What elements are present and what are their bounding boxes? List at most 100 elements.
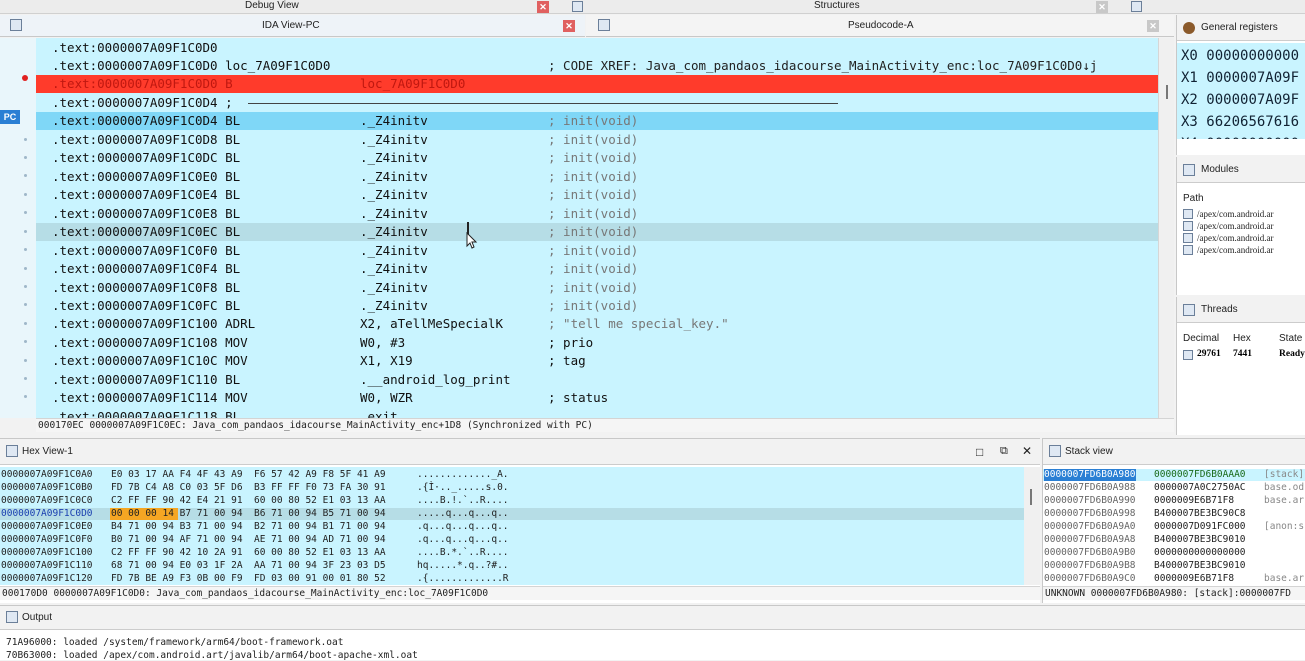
row-comment: ; prio	[548, 335, 594, 350]
tab-ida-view-pc[interactable]: IDA View-PC	[262, 20, 320, 31]
register-row-x0[interactable]: X0 00000000000	[1181, 45, 1299, 67]
gutter-dot	[24, 230, 27, 233]
gutter-dot	[24, 193, 27, 196]
listing-row[interactable]: .text:0000007A09F1C0D0	[36, 39, 1158, 57]
thread-row[interactable]: 29761 7441 Ready	[1183, 349, 1305, 362]
row-address: .text:0000007A09F1C0E8 BL	[52, 206, 241, 221]
threads-icon	[1183, 304, 1195, 316]
row-operand: ._Z4initv	[360, 132, 428, 147]
gutter-dot	[24, 303, 27, 306]
row-comment: ; init(void)	[548, 261, 639, 276]
hex-address: 0000007A09F1C0C0	[1, 495, 93, 506]
listing-row[interactable]: .text:0000007A09F1C0DC BL ._Z4initv ; init…	[36, 149, 1158, 167]
pseudocode-tabbar: Pseudocode-A ✕	[586, 15, 1174, 37]
stack-value: 0000009E6B71F8	[1154, 495, 1235, 506]
stack-row-current[interactable]: 0000007FD6B0A980 0000007FD6B0AAA0 [stack]	[1043, 469, 1305, 481]
listing-row[interactable]: .text:0000007A09F1C114 MOV W0, WZR ; statu…	[36, 389, 1158, 407]
hex-address: 0000007A09F1C0B0	[1, 482, 93, 493]
listing-row[interactable]: .text:0000007A09F1C0E4 BL ._Z4initv ; init…	[36, 186, 1158, 204]
threads-col-decimal[interactable]: Decimal	[1183, 333, 1219, 344]
restore-icon[interactable]: ⧉	[1000, 445, 1008, 458]
listing-row[interactable]: .text:0000007A09F1C0FC BL ._Z4initv ; init…	[36, 297, 1158, 315]
hex-scrollbar[interactable]	[1024, 467, 1040, 585]
ida-gutter[interactable]: PC	[0, 38, 36, 418]
module-path: /apex/com.android.ar	[1197, 233, 1274, 243]
row-comment: ; init(void)	[548, 280, 639, 295]
listing-row[interactable]: .text:0000007A09F1C0D0 loc_7A09F1C0D0 ; C…	[36, 57, 1158, 75]
hex-view-title: Hex View-1	[22, 446, 73, 457]
listing-row[interactable]: .text:0000007A09F1C100 ADRL X2, aTellMeSp…	[36, 315, 1158, 333]
listing-row[interactable]: .text:0000007A09F1C108 MOV W0, #3 ; prio	[36, 334, 1158, 352]
module-item[interactable]: /apex/com.android.ar	[1183, 221, 1305, 233]
tab-pseudocode-a[interactable]: Pseudocode-A	[848, 20, 914, 31]
row-operand: .__android_log_print	[360, 372, 511, 387]
modules-path-header[interactable]: Path	[1183, 193, 1204, 204]
listing-row[interactable]: .text:0000007A09F1C0F8 BL ._Z4initv ; init…	[36, 279, 1158, 297]
pseudocode-icon	[598, 19, 610, 31]
listing-row[interactable]: .text:0000007A09F1C0E8 BL ._Z4initv ; init…	[36, 205, 1158, 223]
close-structures-icon[interactable]: ✕	[1096, 1, 1108, 13]
register-value: 66206567616	[1206, 114, 1300, 130]
listing-row[interactable]: .text:0000007A09F1C0E0 BL ._Z4initv ; init…	[36, 168, 1158, 186]
gutter-dot	[24, 174, 27, 177]
stack-list[interactable]: 0000007FD6B0A980 0000007FD6B0AAA0 [stack] …	[1043, 467, 1305, 585]
row-operand: ._Z4initv	[360, 261, 428, 276]
listing-row[interactable]: .text:0000007A09F1C0D8 BL ._Z4initv ; init…	[36, 131, 1158, 149]
close-ida-view-icon[interactable]: ✕	[563, 20, 575, 32]
stack-view-titlebar: Stack view	[1043, 439, 1305, 465]
hex-bytes: B0 71 00 94 AF 71 00 94 AE 71 00 94 AD 7…	[111, 534, 386, 545]
output-panel: Output 71A96000: loaded /system/framewor…	[0, 605, 1305, 661]
register-row-x4[interactable]: X4 00000000000	[1181, 133, 1299, 139]
stack-address: 0000007FD6B0A998	[1044, 508, 1136, 519]
hex-row-current[interactable]: 0000007A09F1C0D0 00 00 00 14 B7 71 00 94 …	[0, 508, 1024, 520]
register-row-x3[interactable]: X3 66206567616	[1181, 111, 1299, 133]
tab-structures[interactable]: Structures	[814, 0, 860, 11]
module-item[interactable]: /apex/com.android.ar	[1183, 233, 1305, 245]
register-row-x1[interactable]: X1 0000007A09F	[1181, 67, 1299, 89]
listing-row-hover[interactable]: .text:0000007A09F1C0EC BL ._Z4initv ; init…	[36, 223, 1158, 241]
hex-bytes: FD 7B C4 A8 C0 03 5F D6 B3 FF FF F0 73 F…	[111, 482, 386, 493]
listing-row[interactable]: .text:0000007A09F1C118 BL .exit	[36, 408, 1158, 418]
module-path: /apex/com.android.ar	[1197, 245, 1274, 255]
listing-row[interactable]: .text:0000007A09F1C110 BL .__android_log_…	[36, 371, 1158, 389]
maximize-icon[interactable]: □	[976, 445, 983, 459]
listing-row[interactable]: .text:0000007A09F1C0F4 BL ._Z4initv ; init…	[36, 260, 1158, 278]
stack-value: B400007BE3BC9010	[1154, 534, 1246, 545]
tab-debug-view[interactable]: Debug View	[245, 0, 299, 11]
close-debug-view-icon[interactable]: ✕	[537, 1, 549, 13]
modules-titlebar: Modules	[1177, 157, 1305, 183]
ida-view-icon	[10, 19, 22, 31]
hex-ascii: .q...q...q...q..	[417, 534, 509, 545]
row-address: .text:0000007A09F1C0E0 BL	[52, 169, 241, 184]
listing-row[interactable]: .text:0000007A09F1C0F0 BL ._Z4initv ; init…	[36, 242, 1158, 260]
scrollbar-thumb[interactable]	[1030, 489, 1032, 505]
row-operand: ._Z4initv	[360, 206, 428, 221]
close-hex-view-icon[interactable]: ✕	[1022, 444, 1032, 458]
row-comment: ; init(void)	[548, 206, 639, 221]
hex-dump[interactable]: 0000007A09F1C0A0 E0 03 17 AA F4 4F 43 A9 …	[0, 467, 1024, 585]
threads-col-hex[interactable]: Hex	[1233, 333, 1251, 344]
listing-row[interactable]: .text:0000007A09F1C0D4 ;	[36, 94, 1158, 112]
listing-row[interactable]: .text:0000007A09F1C10C MOV X1, X19 ; tag	[36, 352, 1158, 370]
scrollbar-thumb[interactable]	[1166, 85, 1168, 99]
breakpoint-icon[interactable]	[22, 75, 28, 81]
close-pseudocode-icon[interactable]: ✕	[1147, 20, 1159, 32]
row-address: .text:0000007A09F1C100 ADRL	[52, 316, 256, 331]
register-row-x2[interactable]: X2 0000007A09F	[1181, 89, 1299, 111]
hex-ascii: ............._A.	[417, 469, 509, 480]
ida-disassembly-listing[interactable]: .text:0000007A09F1C0D0 .text:0000007A09F…	[36, 38, 1158, 418]
row-address: .text:0000007A09F1C0D4 BL	[52, 113, 241, 128]
threads-col-state[interactable]: State	[1279, 333, 1302, 344]
row-comment: ; init(void)	[548, 169, 639, 184]
breakpoint-row[interactable]: .text:0000007A09F1C0D0 B loc_7A09F1C0D0	[36, 75, 1158, 93]
threads-panel: Threads Decimal Hex State 29761 7441 Rea…	[1176, 297, 1305, 435]
listing-row-current[interactable]: .text:0000007A09F1C0D4 BL ._Z4initv ; init…	[36, 112, 1158, 130]
module-item[interactable]: /apex/com.android.ar	[1183, 209, 1305, 221]
ida-scrollbar[interactable]	[1158, 38, 1174, 418]
row-address: .text:0000007A09F1C0F8 BL	[52, 280, 241, 295]
output-log[interactable]: 71A96000: loaded /system/framework/arm64…	[0, 634, 1305, 661]
module-item[interactable]: /apex/com.android.ar	[1183, 245, 1305, 257]
register-value: 0000007A09F	[1206, 70, 1300, 86]
register-list[interactable]: X0 00000000000 X1 0000007A09F X2 0000007…	[1177, 43, 1305, 139]
stack-value: B400007BE3BC9010	[1154, 560, 1246, 571]
